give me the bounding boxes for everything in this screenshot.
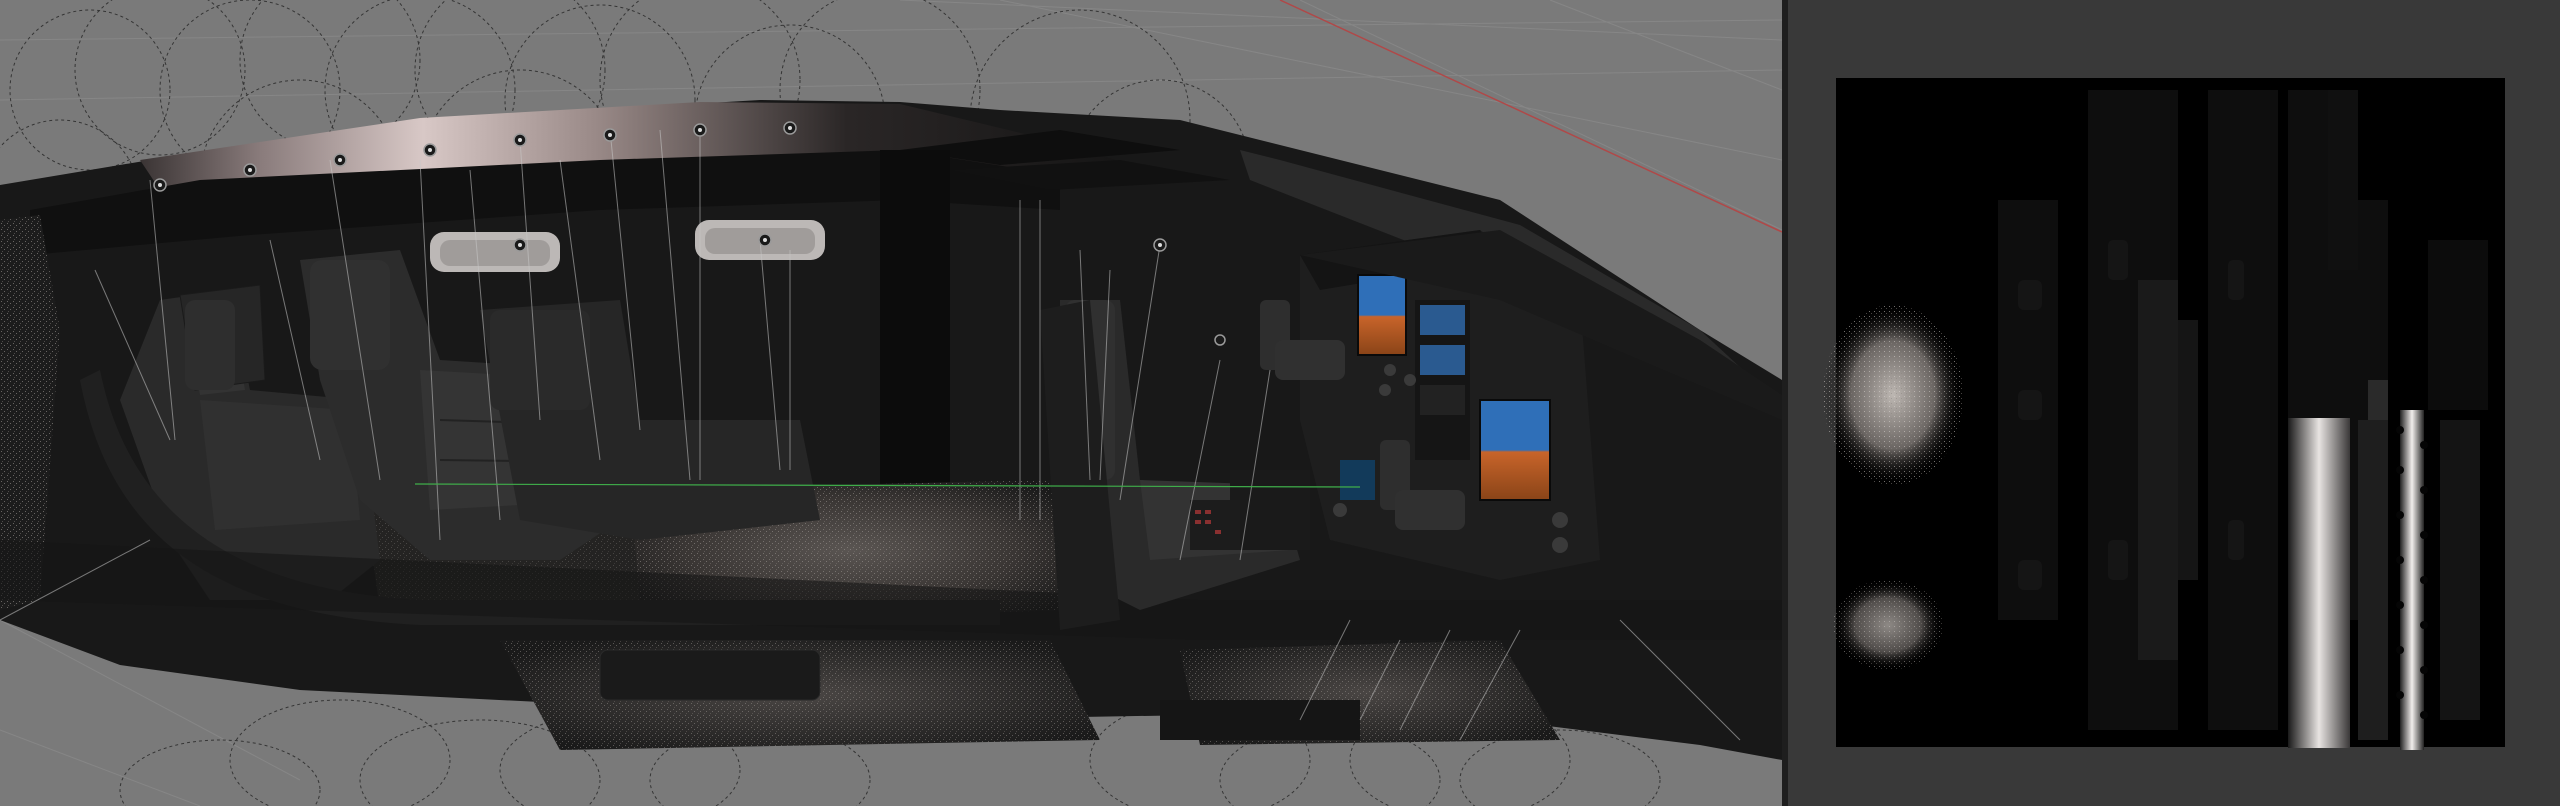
image-editor-canvas[interactable]	[1788, 0, 2560, 806]
aircraft-cabin-model[interactable]	[0, 100, 1782, 760]
lightmap-strip-1	[2288, 418, 2350, 748]
baked-lightmap-texture[interactable]	[1823, 78, 2505, 750]
pfd-screen	[1357, 274, 1407, 356]
mfd-screen	[1479, 399, 1551, 501]
throttle-quadrant	[1230, 470, 1310, 550]
image-editor[interactable]	[1788, 0, 2560, 806]
blender-workspace	[0, 0, 2560, 806]
viewport-canvas[interactable]	[0, 0, 1782, 806]
3d-viewport[interactable]	[0, 0, 1782, 806]
